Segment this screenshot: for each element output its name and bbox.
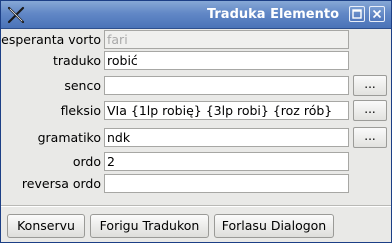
close-icon [372, 9, 382, 19]
senco-row: senco ... [1, 75, 391, 96]
senco-field[interactable] [104, 76, 349, 95]
fleksio-row: fleksio VIa {1lp robię} {3lp robi} {roz … [1, 100, 391, 121]
traduko-row: traduko robić [1, 51, 391, 71]
reversa-ordo-label: reversa ordo [21, 176, 101, 191]
window-title: Traduka Elemento [206, 7, 339, 22]
reversa-ordo-field[interactable] [104, 174, 349, 193]
ordo-row: ordo 2 [1, 152, 391, 172]
esperanta-vorto-field[interactable]: fari [104, 30, 349, 49]
gramatiko-row: gramatiko ndk ... [1, 127, 391, 148]
fleksio-field[interactable]: VIa {1lp robię} {3lp robi} {roz rób} [104, 101, 349, 120]
title-bar[interactable]: Traduka Elemento [1, 1, 391, 29]
traduko-field[interactable]: robić [104, 51, 349, 70]
reversa-ordo-row: reversa ordo [1, 174, 391, 194]
save-button[interactable]: Konservu [7, 214, 85, 238]
maximize-icon [352, 9, 362, 19]
close-button[interactable] [369, 6, 385, 22]
fleksio-browse-button[interactable]: ... [353, 100, 387, 121]
maximize-button[interactable] [349, 6, 365, 22]
gramatiko-field[interactable]: ndk [104, 128, 349, 147]
dialog-window: Traduka Elemento esperanta vorto fari tr… [0, 0, 392, 243]
esperanta-vorto-label: esperanta vorto [1, 32, 101, 47]
gramatiko-browse-button[interactable]: ... [353, 127, 387, 148]
ordo-label: ordo [72, 154, 101, 169]
x-app-icon [7, 6, 25, 24]
fleksio-label: fleksio [60, 103, 101, 118]
senco-label: senco [64, 78, 101, 93]
gramatiko-label: gramatiko [37, 130, 101, 145]
esperanta-vorto-row: esperanta vorto fari [1, 30, 391, 50]
ordo-field[interactable]: 2 [104, 152, 349, 171]
delete-translation-button[interactable]: Forigu Tradukon [90, 214, 209, 238]
close-dialog-button[interactable]: Forlasu Dialogon [214, 214, 334, 238]
senco-browse-button[interactable]: ... [353, 75, 387, 96]
separator [1, 205, 391, 207]
traduko-label: traduko [53, 53, 101, 68]
